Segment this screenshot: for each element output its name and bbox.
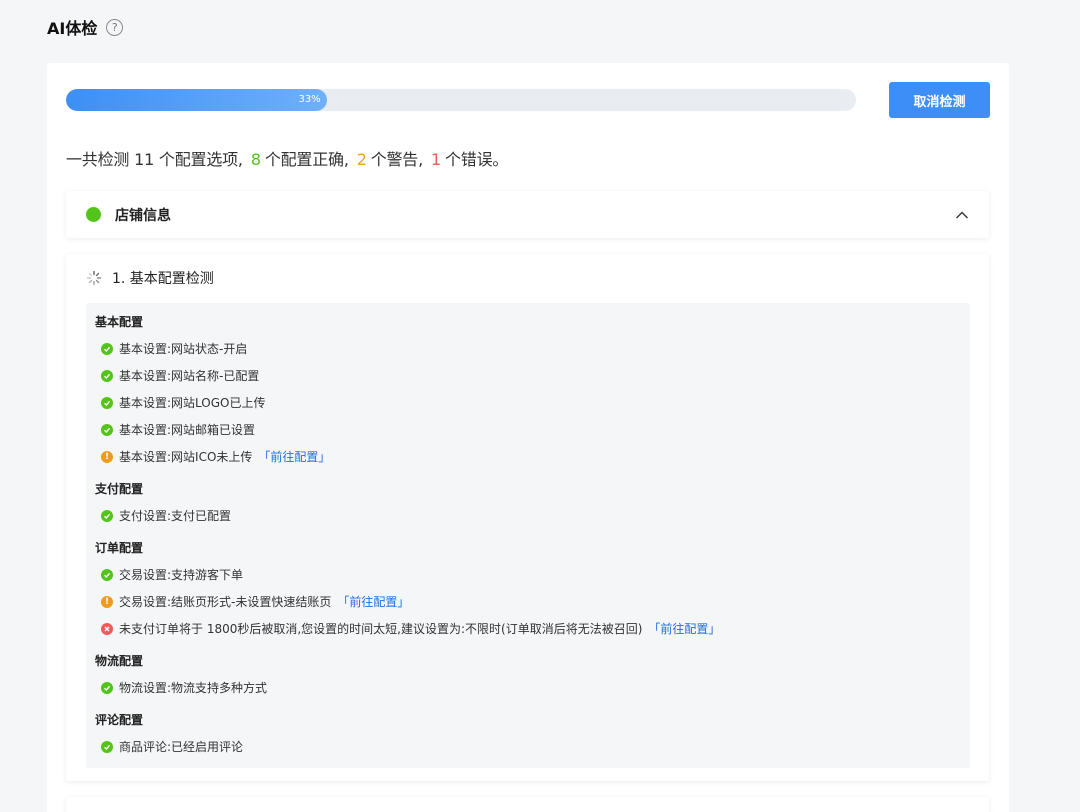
progress-fill: 33% — [66, 89, 327, 111]
check-item-text: 物流设置:物流支持多种方式 — [119, 681, 268, 695]
cancel-check-button[interactable]: 取消检测 — [889, 82, 990, 118]
check-item: 物流设置:物流支持多种方式 — [101, 679, 267, 697]
check-circle-icon — [101, 569, 113, 581]
check-circle-icon — [101, 682, 113, 694]
check-item-text: 基本设置:网站状态-开启 — [119, 342, 248, 356]
goto-config-link[interactable]: 「前往配置」 — [337, 593, 409, 611]
group-title: 支付配置 — [95, 482, 144, 496]
summary-warn-count: 2 — [356, 150, 367, 169]
progress-label: 33% — [298, 94, 321, 105]
goto-config-link[interactable]: 「前往配置」 — [258, 448, 330, 466]
summary-ok-text: 个配置正确, — [264, 150, 349, 169]
check-item-text: 交易设置:支持游客下单 — [119, 568, 244, 582]
summary-warn-text: 个警告, — [370, 150, 423, 169]
check-item-text: 未支付订单将于 1800秒后被取消,您设置的时间太短,建议设置为:不限时(订单取… — [119, 622, 643, 636]
check-item-text: 基本设置:网站ICO未上传 — [119, 450, 253, 464]
goto-config-link[interactable]: 「前往配置」 — [648, 620, 720, 638]
chevron-up-icon[interactable] — [955, 208, 969, 222]
group-title: 评论配置 — [95, 713, 144, 727]
summary-err-count: 1 — [430, 150, 441, 169]
check-title: 1. 基本配置检测 — [112, 271, 214, 287]
check-summary: 一共检测 11 个配置选项, 8 个配置正确, 2 个警告, 1 个错误。 — [66, 148, 508, 172]
warning-icon: ! — [101, 451, 113, 463]
summary-err-text: 个错误。 — [444, 150, 509, 169]
check-item: ! 基本设置:网站ICO未上传 「前往配置」 — [101, 448, 330, 466]
warning-icon: ! — [101, 596, 113, 608]
check-item-text: 基本设置:网站邮箱已设置 — [119, 423, 256, 437]
check-item: 未支付订单将于 1800秒后被取消,您设置的时间太短,建议设置为:不限时(订单取… — [101, 620, 720, 638]
check-item: 基本设置:网站邮箱已设置 — [101, 421, 255, 439]
check-item-text: 商品评论:已经启用评论 — [119, 740, 244, 754]
check-item-text: 基本设置:网站名称-已配置 — [119, 369, 260, 383]
check-item: ! 交易设置:结账页形式-未设置快速结账页 「前往配置」 — [101, 593, 409, 611]
status-dot — [86, 207, 101, 222]
group-title: 基本配置 — [95, 315, 144, 329]
page-header: AI体检 ? — [47, 14, 124, 40]
group-title: 订单配置 — [95, 541, 144, 555]
check-results: 基本配置基本设置:网站状态-开启 基本设置:网站名称-已配置 基本设置:网站LOGO… — [86, 303, 970, 768]
check-item: 基本设置:网站LOGO已上传 — [101, 394, 266, 412]
group-title: 物流配置 — [95, 654, 144, 668]
summary-ok-count: 8 — [250, 150, 261, 169]
check-circle-icon — [101, 424, 113, 436]
check-circle-icon — [101, 370, 113, 382]
progress-bar: 33% — [66, 89, 856, 111]
panel-head: 1. 基本配置检测 — [86, 268, 214, 288]
check-item-text: 支付设置:支付已配置 — [119, 509, 232, 523]
next-section-card[interactable] — [66, 797, 989, 812]
help-icon[interactable]: ? — [106, 18, 124, 36]
check-item: 基本设置:网站状态-开启 — [101, 340, 247, 358]
check-circle-icon — [101, 397, 113, 409]
check-item: 基本设置:网站名称-已配置 — [101, 367, 259, 385]
check-item: 交易设置:支持游客下单 — [101, 566, 243, 584]
loading-spinner-icon — [86, 270, 102, 286]
section-title: 店铺信息 — [115, 207, 171, 224]
check-circle-icon — [101, 741, 113, 753]
error-icon — [101, 623, 113, 635]
section-header-store-info[interactable]: 店铺信息 — [66, 191, 989, 238]
summary-prefix: 一共检测 11 个配置选项, — [66, 150, 243, 169]
check-item-text: 基本设置:网站LOGO已上传 — [119, 396, 266, 410]
check-circle-icon — [101, 510, 113, 522]
check-circle-icon — [101, 343, 113, 355]
page-title: AI体检 — [47, 19, 98, 38]
main-card: 33% 取消检测 一共检测 11 个配置选项, 8 个配置正确, 2 个警告, 1 个错误。… — [47, 63, 1009, 812]
check-item-text: 交易设置:结账页形式-未设置快速结账页 — [119, 595, 332, 609]
check-panel: 1. 基本配置检测 基本配置基本设置:网站状态-开启 基本设置:网站名称-已配置基… — [66, 254, 989, 781]
check-item: 支付设置:支付已配置 — [101, 507, 231, 525]
check-item: 商品评论:已经启用评论 — [101, 738, 243, 756]
